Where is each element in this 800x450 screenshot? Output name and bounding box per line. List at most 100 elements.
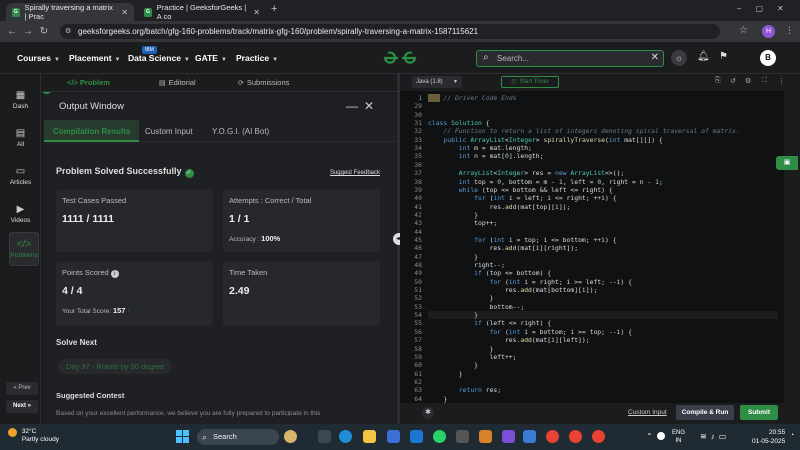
tab-problem[interactable]: </> Problem xyxy=(67,78,110,87)
notification-bell-icon[interactable]: 🔔︎ xyxy=(697,51,710,62)
site-info-icon[interactable]: ⚙ xyxy=(65,24,71,39)
sidebar-item-dash[interactable]: ▦ Dash xyxy=(0,90,41,110)
app-icon[interactable] xyxy=(479,430,492,443)
reload-icon[interactable]: ↻ xyxy=(36,26,52,37)
weather-widget-icon[interactable] xyxy=(284,430,297,443)
back-icon[interactable]: ← xyxy=(4,26,20,37)
bookmark-star-icon[interactable]: ☆ xyxy=(739,25,748,36)
chrome-icon[interactable] xyxy=(569,430,582,443)
close-tab-icon[interactable]: ✕ xyxy=(121,8,128,17)
info-icon[interactable]: i xyxy=(110,270,119,278)
nav-data-science[interactable]: Data Science ▼ xyxy=(128,53,190,63)
address-bar: ← → ↻ ⚙ geeksforgeeks.org/batch/gfg-160-… xyxy=(0,21,800,42)
copy-icon[interactable]: ⎘ xyxy=(715,77,721,85)
close-tab-icon[interactable]: ✕ xyxy=(253,8,260,17)
browser-tab-active[interactable]: G Spirally traversing a matrix | Prac ✕ xyxy=(6,3,134,21)
whatsapp-icon[interactable] xyxy=(433,430,446,443)
chrome-icon[interactable] xyxy=(546,430,559,443)
suggest-feedback-link[interactable]: Suggest Feedback xyxy=(330,170,380,176)
close-icon[interactable]: ✕ xyxy=(364,99,380,113)
bookmark-icon[interactable]: ⚑ xyxy=(719,51,728,62)
gfg-logo-icon xyxy=(383,51,417,64)
tray-app-icon[interactable] xyxy=(657,432,665,440)
submit-button[interactable]: Submit xyxy=(740,405,778,420)
window-controls[interactable]: –▢✕ xyxy=(737,4,798,13)
nav-label: Data Science xyxy=(128,53,181,63)
sidebar-item-label: All xyxy=(16,141,25,148)
chat-float-icon[interactable]: ▣ xyxy=(776,156,798,170)
windows-start-icon[interactable] xyxy=(176,430,189,443)
nav-placement[interactable]: Placement ▼ xyxy=(69,53,120,63)
app-icon[interactable] xyxy=(456,430,469,443)
editor-scrollbar[interactable] xyxy=(784,91,800,403)
nav-courses[interactable]: Courses ▼ xyxy=(17,53,60,63)
prev-button[interactable]: « Prev xyxy=(6,382,38,395)
file-explorer-icon[interactable] xyxy=(363,430,376,443)
weather-widget[interactable]: 32°C Partly cloudy xyxy=(8,428,59,444)
store-icon[interactable] xyxy=(387,430,400,443)
app-icon[interactable] xyxy=(523,430,536,443)
lightbulb-icon[interactable]: ✱ xyxy=(422,407,434,419)
code-line: ArrayList<Integer> res = new ArrayList<>… xyxy=(458,169,625,178)
tab-editorial[interactable]: ▤ Editorial xyxy=(159,78,196,87)
code-editor[interactable]: 1 ●●● // Driver Code Ends 29 30 31 class Solu… xyxy=(400,91,784,403)
start-timer-button[interactable]: ◴ Start Timer xyxy=(501,76,559,88)
tray-status-icons[interactable]: ≋♪▭ xyxy=(700,432,730,441)
sidebar-item-articles[interactable]: ▭ Articles xyxy=(0,166,41,186)
line-number: 32 xyxy=(414,127,422,136)
menu-kebab-icon[interactable]: ⋮ xyxy=(785,25,794,36)
left-sidebar: › ▦Dash ▤All ▭Articles ▶Videos </>Proble… xyxy=(0,74,52,424)
custom-input-link[interactable]: Custom Input xyxy=(628,409,667,416)
input-language: ENG xyxy=(672,430,686,436)
language-select[interactable]: Java (1.8) ▼ xyxy=(412,76,462,88)
task-view-icon[interactable] xyxy=(318,430,331,443)
notifications-icon[interactable]: ◔ xyxy=(790,432,794,439)
theme-toggle-icon[interactable]: ☼ xyxy=(671,50,687,66)
gfg-logo[interactable] xyxy=(383,51,417,69)
more-icon[interactable]: ⋮ xyxy=(778,77,785,85)
edge-icon[interactable] xyxy=(339,430,352,443)
line-number: 33 xyxy=(414,135,422,144)
tab-submissions[interactable]: ⟳ Submissions xyxy=(238,78,289,87)
profile-avatar[interactable]: H xyxy=(762,25,775,38)
tab-compilation-results[interactable]: Compilation Results xyxy=(44,120,140,142)
reset-icon[interactable]: ↺ xyxy=(730,77,736,85)
new-tab-icon[interactable]: + xyxy=(271,3,277,15)
clear-search-icon[interactable]: ✕ xyxy=(651,52,659,63)
user-avatar[interactable]: B xyxy=(760,50,776,66)
language-indicator[interactable]: ENG IN xyxy=(672,429,685,445)
system-clock[interactable]: 20:55 01-05-2025 xyxy=(752,428,785,446)
tray-chevron-icon[interactable]: ⌃ xyxy=(646,432,653,441)
url-field[interactable]: ⚙ geeksforgeeks.org/batch/gfg-160-proble… xyxy=(60,24,720,39)
submissions-icon: ⟳ xyxy=(238,80,244,87)
chrome-icon[interactable] xyxy=(592,430,605,443)
code-line: bottom--; xyxy=(428,302,525,311)
search-box[interactable]: ⌕ Search... ✕ xyxy=(476,50,664,67)
taskbar-search[interactable]: ⌕ Search xyxy=(197,429,279,445)
app-icon[interactable] xyxy=(410,430,423,443)
check-circle-icon: ✓ xyxy=(184,169,194,178)
app-icon[interactable] xyxy=(502,430,515,443)
line-number: 54 xyxy=(414,311,422,320)
next-button[interactable]: Next » xyxy=(6,400,38,413)
tab-custom-input[interactable]: Custom Input xyxy=(145,127,193,136)
line-number: 46 xyxy=(414,244,422,253)
sidebar-item-videos[interactable]: ▶ Videos xyxy=(0,204,41,224)
solve-next-chip[interactable]: Day 37 - Rotate by 90 degree xyxy=(58,359,173,374)
forward-icon[interactable]: → xyxy=(20,26,36,37)
minimize-icon[interactable]: — xyxy=(346,99,364,113)
sidebar-item-all[interactable]: ▤ All xyxy=(0,128,41,148)
tab-label: Submissions xyxy=(246,78,290,87)
nav-practice[interactable]: Practice ▼ xyxy=(236,53,278,63)
browser-tab[interactable]: G Practice | GeeksforGeeks | A co ✕ xyxy=(138,3,266,21)
compile-run-button[interactable]: Compile & Run xyxy=(676,405,734,420)
chevron-down-icon: ▼ xyxy=(183,57,190,63)
weather-sun-icon xyxy=(8,428,17,437)
fullscreen-icon[interactable]: ⛶ xyxy=(762,77,767,85)
line-number: 58 xyxy=(414,344,422,353)
tab-yogi-ai-bot[interactable]: Y.O.G.I. (AI Bot) xyxy=(212,127,269,136)
settings-icon[interactable]: ⚙ xyxy=(745,77,751,85)
line-number: 51 xyxy=(414,286,422,295)
nav-gate[interactable]: GATE ▼ xyxy=(195,53,227,63)
sidebar-item-problems[interactable]: </> Problems xyxy=(9,232,39,266)
